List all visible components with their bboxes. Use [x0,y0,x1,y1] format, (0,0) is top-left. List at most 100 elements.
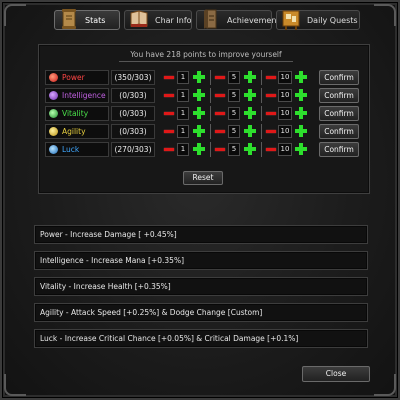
increment-value: 5 [228,89,240,102]
minus-1-button[interactable] [164,148,174,151]
tab-bar: Stats Char Info Achievement Daily Quests [54,8,360,32]
stat-label: Luck [62,145,80,154]
plus-1-button[interactable] [193,71,205,83]
plus-5-button[interactable] [244,143,256,155]
info-luck: Luck - Increase Critical Chance [+0.05%]… [34,329,368,348]
confirm-button[interactable]: Confirm [319,88,359,103]
increment-value: 1 [177,107,189,120]
stat-label: Intelligence [62,91,106,100]
minus-10-button[interactable] [266,130,276,133]
plus-10-button[interactable] [295,71,307,83]
plus-10-button[interactable] [295,89,307,101]
plus-10-button[interactable] [295,143,307,155]
tab-label: Stats [85,15,106,25]
increment-group-10: 10 [265,70,315,85]
stat-row-power: Power (350/303) 1 5 10 Confirm [39,70,371,86]
plus-1-button[interactable] [193,125,205,137]
info-vitality: Vitality - Increase Health [+0.35%] [34,277,368,296]
divider [261,124,262,139]
divider [261,70,262,85]
increment-value: 5 [228,143,240,156]
plus-1-button[interactable] [193,143,205,155]
frame-corner [4,4,26,26]
divider [210,70,211,85]
stat-label: Agility [62,127,86,136]
stat-name-agility: Agility [45,124,109,139]
plus-1-button[interactable] [193,107,205,119]
increment-value: 10 [278,143,292,156]
divider [261,106,262,121]
stat-row-vitality: Vitality (0/303) 1 5 10 Confirm [39,106,371,122]
tab-label: Char Info [155,15,192,25]
info-intelligence: Intelligence - Increase Mana [+0.35%] [34,251,368,270]
increment-group-1: 1 [163,88,213,103]
divider [210,106,211,121]
reset-button[interactable]: Reset [183,171,223,185]
minus-5-button[interactable] [215,148,225,151]
stats-window: Stats Char Info Achievement Daily Quests… [0,0,400,400]
minus-5-button[interactable] [215,76,225,79]
minus-1-button[interactable] [164,130,174,133]
minus-10-button[interactable] [266,148,276,151]
scroll-icon [204,9,217,29]
frame-corner [4,374,26,396]
increment-value: 5 [228,107,240,120]
minus-10-button[interactable] [266,94,276,97]
plus-10-button[interactable] [295,125,307,137]
tab-label: Achievement [227,15,280,25]
increment-group-1: 1 [163,142,213,157]
increment-group-10: 10 [265,106,315,121]
confirm-button[interactable]: Confirm [319,106,359,121]
plus-5-button[interactable] [244,125,256,137]
increment-value: 1 [177,143,189,156]
plus-5-button[interactable] [244,89,256,101]
increment-group-5: 5 [214,142,264,157]
minus-10-button[interactable] [266,112,276,115]
stat-name-luck: Luck [45,142,109,157]
frame-corner [374,374,396,396]
tab-stats[interactable]: Stats [54,9,120,30]
stat-row-intelligence: Intelligence (0/303) 1 5 10 Confirm [39,88,371,104]
confirm-button[interactable]: Confirm [319,124,359,139]
increment-group-10: 10 [265,124,315,139]
stat-row-luck: Luck (270/303) 1 5 10 Confirm [39,142,371,158]
confirm-button[interactable]: Confirm [319,70,359,85]
plus-5-button[interactable] [244,107,256,119]
increment-value: 10 [278,71,292,84]
available-points-text: You have 218 points to improve yourself [119,48,293,62]
tab-achievement[interactable]: Achievement [196,9,280,30]
minus-5-button[interactable] [215,112,225,115]
minus-1-button[interactable] [164,94,174,97]
stat-value: (0/303) [111,124,155,139]
tab-char-info[interactable]: Char Info [124,10,192,30]
tab-daily-quests[interactable]: Daily Quests [276,10,360,30]
confirm-button[interactable]: Confirm [319,142,359,157]
increment-group-10: 10 [265,88,315,103]
plus-10-button[interactable] [295,107,307,119]
frame-corner [374,4,396,26]
info-agility: Agility - Attack Speed [+0.25%] & Dodge … [34,303,368,322]
increment-group-1: 1 [163,106,213,121]
increment-value: 10 [278,125,292,138]
increment-group-5: 5 [214,88,264,103]
minus-5-button[interactable] [215,94,225,97]
minus-5-button[interactable] [215,130,225,133]
increment-group-5: 5 [214,124,264,139]
tab-label: Daily Quests [307,15,358,25]
minus-1-button[interactable] [164,76,174,79]
intelligence-icon [49,91,58,100]
minus-10-button[interactable] [266,76,276,79]
increment-value: 5 [228,71,240,84]
increment-value: 1 [177,125,189,138]
increment-value: 10 [278,89,292,102]
vitality-icon [49,109,58,118]
divider [261,88,262,103]
divider [261,142,262,157]
close-button[interactable]: Close [302,366,370,382]
plus-1-button[interactable] [193,89,205,101]
power-icon [49,73,58,82]
stat-value: (270/303) [111,142,155,157]
minus-1-button[interactable] [164,112,174,115]
plus-5-button[interactable] [244,71,256,83]
divider [210,88,211,103]
